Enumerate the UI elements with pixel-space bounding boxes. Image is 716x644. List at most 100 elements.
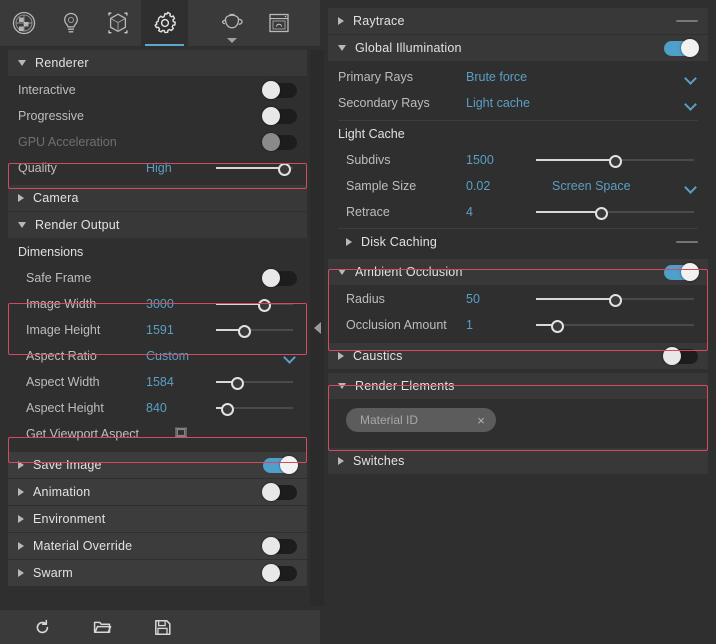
section-header-ambient-occlusion[interactable]: Ambient Occlusion [328, 259, 708, 285]
row-quality[interactable]: Quality High [8, 155, 307, 181]
aspect-width-value[interactable]: 1584 [146, 375, 212, 389]
row-radius[interactable]: Radius 50 [328, 286, 708, 312]
animation-toggle[interactable] [263, 485, 297, 500]
row-retrace[interactable]: Retrace 4 [328, 199, 708, 225]
chevron-right-icon [18, 194, 24, 202]
gear-icon[interactable] [141, 0, 188, 46]
close-icon[interactable]: × [472, 414, 490, 427]
folder-open-icon[interactable] [72, 610, 132, 644]
occlusion-amount-value[interactable]: 1 [466, 318, 532, 332]
section-title: Renderer [35, 56, 89, 70]
section-title: Disk Caching [361, 235, 437, 249]
row-aspect-height[interactable]: Aspect Height 840 [8, 395, 307, 421]
radius-value[interactable]: 50 [466, 292, 532, 306]
section-header-material-override[interactable]: Material Override [8, 533, 307, 559]
row-safe-frame[interactable]: Safe Frame [8, 265, 307, 291]
swarm-toggle[interactable] [263, 566, 297, 581]
row-label: Aspect Ratio [18, 349, 146, 363]
ambient-occlusion-toggle[interactable] [664, 265, 698, 280]
row-image-width[interactable]: Image Width 3000 [8, 291, 307, 317]
chevron-right-icon [18, 515, 24, 523]
row-sample-size[interactable]: Sample Size 0.02 Screen Space [328, 173, 708, 199]
radius-slider[interactable] [536, 292, 694, 306]
section-header-animation[interactable]: Animation [8, 479, 307, 505]
aspect-height-value[interactable]: 840 [146, 401, 212, 415]
interactive-toggle[interactable] [263, 83, 297, 98]
section-header-render-elements[interactable]: Render Elements [328, 373, 708, 399]
row-get-viewport-aspect[interactable]: Get Viewport Aspect [8, 421, 307, 447]
aspect-width-slider[interactable] [216, 375, 293, 389]
section-header-caustics[interactable]: Caustics [328, 343, 708, 369]
quality-value[interactable]: High [146, 161, 212, 175]
image-height-value[interactable]: 1591 [146, 323, 212, 337]
row-primary-rays[interactable]: Primary Rays Brute force [328, 64, 708, 90]
row-aspect-ratio[interactable]: Aspect Ratio Custom [8, 343, 307, 369]
row-progressive[interactable]: Progressive [8, 103, 307, 129]
retrace-slider[interactable] [536, 205, 694, 219]
safe-frame-toggle[interactable] [263, 271, 297, 286]
row-interactive[interactable]: Interactive [8, 77, 307, 103]
section-header-disk-caching[interactable]: Disk Caching [328, 229, 708, 255]
image-height-slider[interactable] [216, 323, 293, 337]
subdivs-slider[interactable] [536, 153, 694, 167]
secondary-rays-value[interactable]: Light cache [466, 96, 685, 110]
section-header-global-illumination[interactable]: Global Illumination [328, 35, 708, 61]
chevron-down-icon [338, 383, 346, 389]
row-gpu-acceleration: GPU Acceleration [8, 129, 307, 155]
chevron-down-icon [18, 222, 26, 228]
occlusion-amount-slider[interactable] [536, 318, 694, 332]
save-disk-icon[interactable] [132, 610, 192, 644]
reset-icon[interactable] [12, 610, 72, 644]
viewport-aspect-icon[interactable] [174, 426, 188, 442]
chevron-down-icon[interactable] [685, 97, 698, 110]
image-width-slider[interactable] [216, 297, 293, 311]
progressive-toggle[interactable] [263, 109, 297, 124]
image-width-value[interactable]: 3000 [146, 297, 212, 311]
aspect-height-slider[interactable] [216, 401, 293, 415]
chip-label: Material ID [360, 413, 472, 427]
panel-collapse-handle[interactable] [310, 50, 324, 606]
material-override-toggle[interactable] [263, 539, 297, 554]
chevron-down-icon[interactable] [685, 71, 698, 84]
chevron-right-icon [338, 457, 344, 465]
aspect-ratio-value[interactable]: Custom [146, 349, 212, 363]
section-title: Caustics [353, 349, 403, 363]
section-title: Render Elements [355, 379, 455, 393]
row-label: GPU Acceleration [18, 135, 146, 149]
subdivs-value[interactable]: 1500 [466, 153, 532, 167]
row-image-height[interactable]: Image Height 1591 [8, 317, 307, 343]
subhead-dimensions: Dimensions [8, 239, 307, 265]
row-aspect-width[interactable]: Aspect Width 1584 [8, 369, 307, 395]
section-header-renderer[interactable]: Renderer [8, 50, 307, 76]
section-title: Camera [33, 191, 79, 205]
row-occlusion-amount[interactable]: Occlusion Amount 1 [328, 312, 708, 338]
chevron-down-icon[interactable] [685, 180, 698, 193]
sample-size-mode-value[interactable]: Screen Space [552, 179, 685, 193]
section-header-raytrace[interactable]: Raytrace [328, 8, 708, 34]
render-element-chip-material-id[interactable]: Material ID × [346, 408, 496, 432]
retrace-value[interactable]: 4 [466, 205, 532, 219]
teapot-icon[interactable] [208, 0, 255, 46]
chevron-down-icon[interactable] [227, 38, 237, 43]
primary-rays-value[interactable]: Brute force [466, 70, 685, 84]
row-label: Aspect Height [18, 401, 146, 415]
section-header-environment[interactable]: Environment [8, 506, 307, 532]
row-subdivs[interactable]: Subdivs 1500 [328, 147, 708, 173]
section-header-save-image[interactable]: Save Image [8, 452, 307, 478]
material-sphere-icon[interactable] [0, 0, 47, 46]
row-secondary-rays[interactable]: Secondary Rays Light cache [328, 90, 708, 116]
render-elements-list: Material ID × [328, 400, 708, 442]
section-header-camera[interactable]: Camera [8, 185, 307, 211]
frame-buffer-icon[interactable] [255, 0, 302, 46]
section-header-switches[interactable]: Switches [328, 448, 708, 474]
quality-slider[interactable] [216, 161, 293, 175]
geometry-cube-icon[interactable] [94, 0, 141, 46]
sample-size-value[interactable]: 0.02 [466, 179, 532, 193]
chevron-down-icon[interactable] [284, 350, 297, 363]
section-header-swarm[interactable]: Swarm [8, 560, 307, 586]
global-illumination-toggle[interactable] [664, 41, 698, 56]
caustics-toggle[interactable] [664, 349, 698, 364]
section-header-render-output[interactable]: Render Output [8, 212, 307, 238]
light-bulb-icon[interactable] [47, 0, 94, 46]
save-image-toggle[interactable] [263, 458, 297, 473]
